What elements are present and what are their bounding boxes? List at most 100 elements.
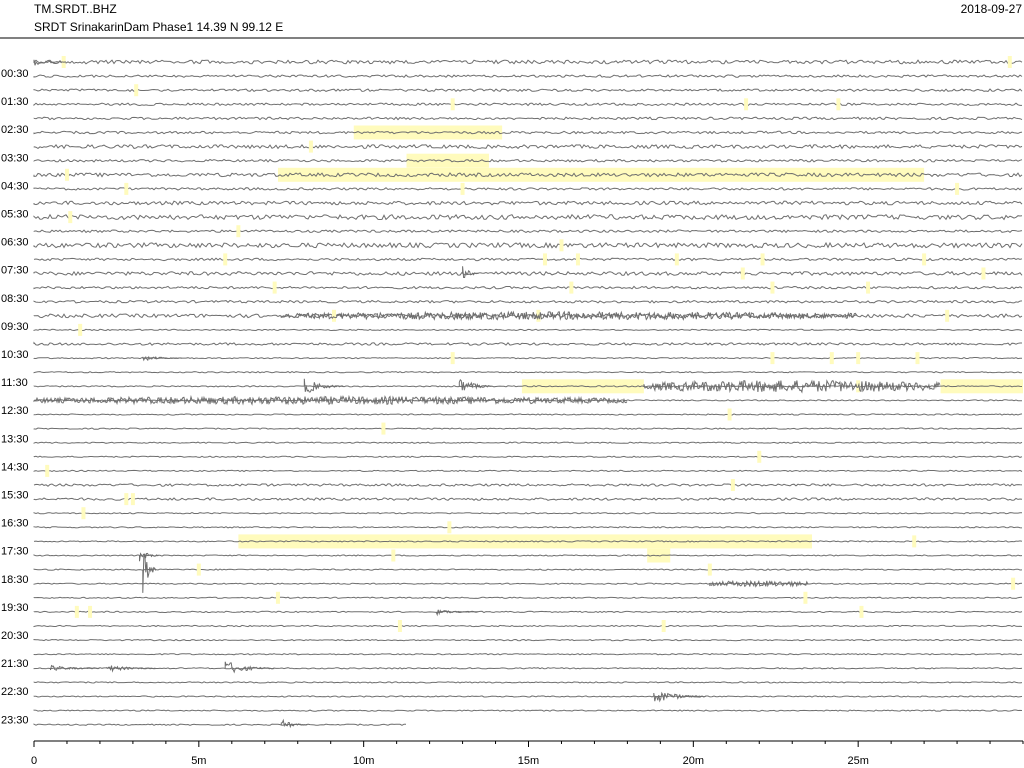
row-time-label: 12:30 bbox=[1, 405, 29, 417]
highlight-marker bbox=[559, 239, 564, 252]
trace-line bbox=[33, 653, 1023, 656]
trace-line bbox=[33, 371, 1023, 374]
trace-line bbox=[33, 512, 1022, 515]
seismic-event bbox=[462, 266, 479, 278]
trace-line bbox=[33, 554, 1023, 557]
highlight-marker bbox=[272, 281, 277, 294]
highlight-marker bbox=[460, 182, 465, 195]
highlight-marker bbox=[196, 563, 201, 576]
row-time-label: 07:30 bbox=[1, 265, 29, 277]
trace-line bbox=[33, 270, 1023, 277]
highlight-marker bbox=[381, 422, 386, 435]
highlight-marker bbox=[81, 507, 86, 520]
trace-line bbox=[33, 695, 1023, 698]
trace-line bbox=[33, 59, 1023, 65]
trace-line bbox=[33, 638, 1023, 642]
seismic-event bbox=[139, 552, 159, 562]
trace-line bbox=[33, 709, 1023, 712]
highlight-marker bbox=[856, 352, 861, 365]
trace-line bbox=[33, 285, 1023, 290]
highlight-marker bbox=[575, 253, 580, 266]
trace-line bbox=[33, 229, 1023, 234]
trace-line bbox=[33, 257, 1023, 262]
row-time-label: 14:30 bbox=[1, 461, 29, 473]
trace-line bbox=[33, 341, 1022, 346]
highlight-marker bbox=[757, 450, 762, 463]
time-axis: 0 5m 10m 15m 20m 25m bbox=[31, 740, 1024, 767]
highlight-marker bbox=[740, 267, 745, 280]
row-time-label: 18:30 bbox=[1, 574, 29, 586]
highlight-marker bbox=[450, 352, 455, 365]
highlight-marker bbox=[727, 408, 732, 421]
trace-line bbox=[33, 102, 1022, 107]
highlight-marker bbox=[391, 549, 396, 562]
highlight-marker bbox=[803, 591, 808, 604]
highlight-marker bbox=[236, 225, 241, 238]
highlight-marker bbox=[866, 281, 871, 294]
highlight-marker bbox=[68, 211, 73, 224]
seismic-event bbox=[435, 609, 479, 617]
highlight-marker bbox=[124, 493, 129, 506]
row-time-label: 19:30 bbox=[1, 602, 29, 614]
trace-line bbox=[33, 441, 1023, 444]
highlight-marker bbox=[707, 563, 712, 576]
highlight-marker bbox=[1011, 577, 1016, 590]
trace-line bbox=[33, 610, 1023, 614]
highlight-marker bbox=[770, 352, 775, 365]
trace-line bbox=[33, 681, 1023, 684]
x-tick-label: 15m bbox=[518, 755, 539, 767]
trace-line bbox=[33, 158, 1023, 163]
highlight-marker bbox=[130, 493, 135, 506]
seismic-event bbox=[224, 661, 275, 674]
trace-line bbox=[33, 497, 1023, 501]
highlight-marker bbox=[730, 479, 735, 491]
row-time-label: 01:30 bbox=[1, 96, 29, 108]
x-tick-label: 0 bbox=[31, 755, 37, 767]
trace-line bbox=[33, 187, 1023, 191]
row-time-label: 16:30 bbox=[1, 518, 29, 530]
trace-line bbox=[33, 116, 1023, 121]
trace-line bbox=[33, 469, 1023, 473]
highlight-marker bbox=[74, 605, 79, 618]
highlight-marker bbox=[88, 605, 93, 618]
highlight-marker bbox=[134, 84, 139, 97]
x-tick-label: 20m bbox=[683, 755, 704, 767]
highlight-marker bbox=[955, 182, 960, 195]
trace-line bbox=[33, 213, 1023, 221]
row-label-layer: 00:30 01:30 02:30 03:30 04:30 05:30 06:30 07:30… bbox=[1, 68, 29, 726]
seismic-event bbox=[280, 310, 858, 321]
highlight-marker bbox=[275, 591, 280, 604]
seismic-event bbox=[142, 553, 157, 593]
row-time-label: 22:30 bbox=[1, 686, 29, 698]
highlight-marker bbox=[450, 98, 455, 111]
row-time-label: 15:30 bbox=[1, 490, 29, 502]
seismic-event bbox=[653, 691, 707, 703]
trace-line bbox=[33, 143, 1023, 150]
highlight-marker bbox=[760, 253, 765, 266]
row-time-label: 21:30 bbox=[1, 658, 29, 670]
highlight-marker bbox=[922, 253, 927, 266]
row-time-label: 20:30 bbox=[1, 630, 29, 642]
trace-line bbox=[33, 328, 1023, 332]
trace-line bbox=[33, 130, 1023, 135]
highlight-marker bbox=[569, 281, 574, 294]
row-time-label: 03:30 bbox=[1, 152, 29, 164]
highlight-marker bbox=[829, 352, 834, 365]
highlight-marker bbox=[674, 253, 679, 266]
trace-line bbox=[33, 582, 1023, 585]
trace-line bbox=[33, 667, 1023, 670]
highlight-marker bbox=[331, 309, 336, 322]
row-time-label: 06:30 bbox=[1, 237, 29, 249]
highlight-marker bbox=[981, 267, 986, 280]
row-time-label: 08:30 bbox=[1, 293, 29, 305]
trace-line bbox=[33, 200, 1023, 206]
row-time-label: 10:30 bbox=[1, 349, 29, 361]
highlight-marker bbox=[308, 140, 313, 153]
seismic-event bbox=[458, 378, 492, 391]
seismic-event bbox=[280, 718, 308, 729]
highlight-marker bbox=[78, 323, 83, 336]
row-time-label: 23:30 bbox=[1, 714, 29, 726]
highlight-marker bbox=[915, 352, 920, 365]
row-time-label: 17:30 bbox=[1, 546, 29, 558]
highlight-marker bbox=[223, 253, 228, 266]
